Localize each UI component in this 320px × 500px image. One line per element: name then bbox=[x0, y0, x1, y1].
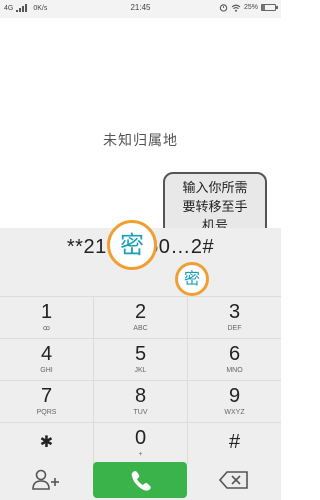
phone-icon bbox=[131, 471, 151, 491]
keypad-row: 4 GHI 5 JKL 6 MNO bbox=[0, 338, 281, 380]
key-digit: 5 bbox=[134, 343, 147, 365]
key-7[interactable]: 7 PQRS bbox=[0, 381, 93, 422]
key-digit: 4 bbox=[40, 343, 53, 365]
key-0[interactable]: 0 + bbox=[93, 423, 187, 464]
status-bar: 4G 0K/s 21:45 25% bbox=[0, 0, 281, 18]
key-digit: ✱ bbox=[39, 434, 54, 451]
key-digit: # bbox=[228, 431, 241, 453]
key-letters: MNO bbox=[226, 367, 243, 374]
tooltip-line: 要转移至手 bbox=[182, 200, 248, 215]
key-digit: 6 bbox=[228, 343, 241, 365]
key-digit: 9 bbox=[228, 385, 241, 407]
key-digit: 7 bbox=[40, 385, 53, 407]
status-right: 25% bbox=[219, 3, 278, 12]
keypad-row: ✱ 0 + # bbox=[0, 422, 281, 464]
key-letters: GHI bbox=[40, 367, 53, 374]
battery-icon bbox=[261, 4, 278, 11]
add-contact-button[interactable] bbox=[30, 468, 60, 492]
tooltip-line: 输入你所需 bbox=[182, 181, 248, 196]
key-letters: PQRS bbox=[36, 409, 57, 416]
key-digit: 2 bbox=[134, 301, 147, 323]
key-hash[interactable]: # bbox=[187, 423, 281, 464]
key-letters: + bbox=[138, 451, 143, 458]
key-8[interactable]: 8 TUV bbox=[93, 381, 187, 422]
key-digit: 0 bbox=[134, 427, 147, 449]
key-3[interactable]: 3 DEF bbox=[187, 297, 281, 338]
stamp-watermark: 密 bbox=[107, 220, 157, 270]
key-letters: TUV bbox=[133, 409, 148, 416]
keypad-row: 1 ꝏ 2 ABC 3 DEF bbox=[0, 296, 281, 338]
key-6[interactable]: 6 MNO bbox=[187, 339, 281, 380]
key-4[interactable]: 4 GHI bbox=[0, 339, 93, 380]
key-letters: WXYZ bbox=[224, 409, 245, 416]
battery-percent: 25% bbox=[243, 4, 258, 11]
key-star[interactable]: ✱ bbox=[0, 423, 93, 464]
key-5[interactable]: 5 JKL bbox=[93, 339, 187, 380]
bottom-action-bar bbox=[0, 460, 281, 500]
alarm-icon bbox=[219, 4, 228, 12]
key-2[interactable]: 2 ABC bbox=[93, 297, 187, 338]
key-letters: DEF bbox=[227, 325, 242, 332]
key-digit: 1 bbox=[40, 301, 53, 323]
person-add-icon bbox=[32, 469, 59, 490]
wifi-icon bbox=[231, 4, 241, 12]
keypad: 1 ꝏ 2 ABC 3 DEF 4 GHI 5 JKL 6 MNO 7 PQRS bbox=[0, 296, 281, 464]
key-9[interactable]: 9 WXYZ bbox=[187, 381, 281, 422]
key-letters: JKL bbox=[134, 367, 147, 374]
key-digit: 8 bbox=[134, 385, 147, 407]
voicemail-icon: ꝏ bbox=[42, 325, 51, 332]
delete-button[interactable] bbox=[218, 470, 249, 490]
backspace-icon bbox=[218, 471, 248, 489]
key-1[interactable]: 1 ꝏ bbox=[0, 297, 93, 338]
key-letters: ABC bbox=[133, 325, 148, 332]
key-digit: 3 bbox=[228, 301, 241, 323]
location-label: 未知归属地 bbox=[103, 133, 178, 149]
keypad-row: 7 PQRS 8 TUV 9 WXYZ bbox=[0, 380, 281, 422]
stamp-watermark: 密 bbox=[175, 262, 209, 296]
call-button[interactable] bbox=[93, 462, 187, 498]
